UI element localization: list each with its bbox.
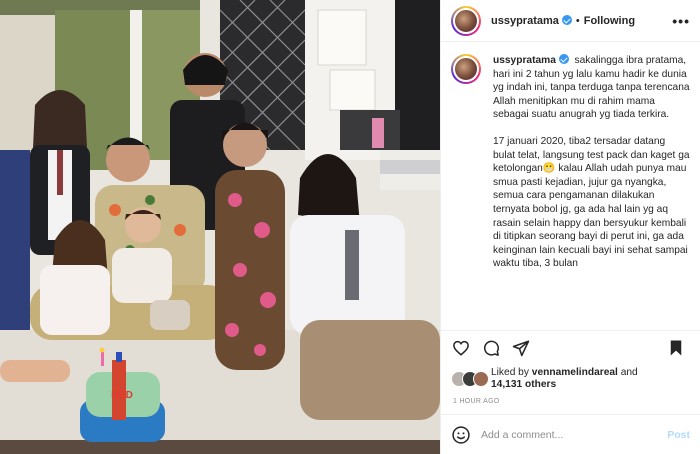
post-side-panel: ussypratama • Following ••• ussypratama … <box>440 0 700 454</box>
author-username[interactable]: ussypratama <box>491 14 572 27</box>
likes-row: Liked by vennamelindareal and 14,131 oth… <box>441 364 700 394</box>
cake-text: HBD <box>111 390 133 401</box>
bookmark-save-icon[interactable] <box>666 338 686 358</box>
likes-summary: Liked by vennamelindareal and 14,131 oth… <box>491 366 638 391</box>
caption-paragraph-1: ussypratama sakalingga ibra pratama, har… <box>493 54 690 121</box>
verified-badge-icon <box>561 14 572 25</box>
caption-paragraph-2: 17 januari 2020, tiba2 tersadar datang b… <box>493 135 690 270</box>
post-photo[interactable]: HBD <box>0 0 440 454</box>
caption-text: ussypratama sakalingga ibra pratama, har… <box>493 54 690 330</box>
following-button[interactable]: Following <box>584 15 635 27</box>
header-separator: • <box>575 14 580 27</box>
post-timestamp[interactable]: 1 HOUR AGO <box>441 394 700 414</box>
family-photo-illustration: HBD <box>0 0 440 454</box>
caption-author-avatar[interactable] <box>451 54 481 84</box>
action-bar <box>441 330 700 364</box>
like-heart-icon[interactable] <box>451 338 471 358</box>
comment-input[interactable] <box>481 428 651 441</box>
liker-avatars[interactable] <box>451 371 489 387</box>
author-avatar[interactable] <box>451 5 481 36</box>
emoji-icon[interactable] <box>451 425 471 445</box>
share-send-icon[interactable] <box>511 338 531 358</box>
post-comment-button[interactable]: Post <box>667 429 690 441</box>
more-options-icon[interactable]: ••• <box>672 13 690 29</box>
instagram-post: HBD ussypratama • Following ••• ussyprat… <box>0 0 700 454</box>
caption-container: ussypratama sakalingga ibra pratama, har… <box>441 42 700 330</box>
likes-others-link[interactable]: 14,131 others <box>491 379 556 390</box>
comment-bar: Post <box>441 414 700 454</box>
post-header: ussypratama • Following ••• <box>441 0 700 42</box>
comment-bubble-icon[interactable] <box>481 338 501 358</box>
caption-verified-badge-icon <box>558 54 569 64</box>
liked-by-username[interactable]: vennamelindareal <box>532 367 618 378</box>
caption-username[interactable]: ussypratama <box>493 54 569 66</box>
